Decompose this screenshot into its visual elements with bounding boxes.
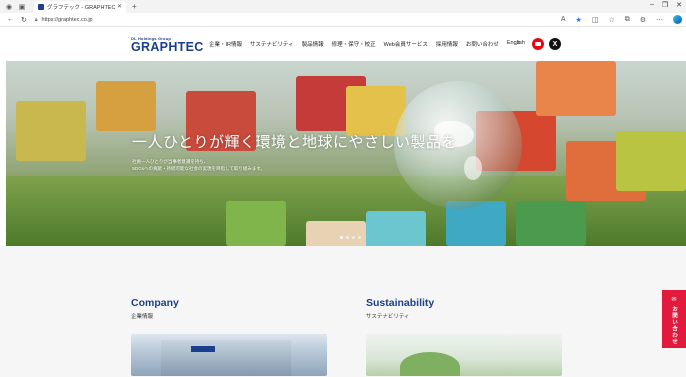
hero-cube <box>516 201 586 246</box>
hero-cube <box>96 81 156 131</box>
tab-close-icon[interactable]: ✕ <box>117 3 122 10</box>
nav-item-ir[interactable]: 企業・IR情報 <box>209 40 242 48</box>
x-social-icon[interactable]: X <box>549 38 561 50</box>
hero-cube <box>306 221 366 246</box>
carousel-dot[interactable] <box>340 236 343 239</box>
company-building-image[interactable] <box>131 334 327 376</box>
close-window-icon[interactable]: ✕ <box>676 1 682 9</box>
lock-icon[interactable]: 🔒︎ <box>35 17 38 23</box>
collections-icon[interactable]: ⧉ <box>625 16 630 24</box>
hero-text: 一人ひとりが輝く環境と地球にやさしい製品を 社員一人ひとりが当事者意識を持ち、 … <box>132 131 457 172</box>
main-content: Company 企業情報 Sustainability サステナビリティ <box>0 246 686 377</box>
favorite-star-icon[interactable]: ★ <box>576 16 582 24</box>
nav-item-recruit[interactable]: 採用情報 <box>436 40 458 48</box>
global-nav: 企業・IR情報 サステナビリティ 製品情報 修理・保守・校正 Web会員サービス… <box>209 40 525 48</box>
card-title: Sustainability <box>366 297 435 309</box>
logo-brand: GRAPHTEC <box>131 40 204 54</box>
url-text: https://graphtec.co.jp <box>41 16 93 23</box>
search-icon[interactable]: ⌕ <box>516 37 521 48</box>
hero-subtext-line: 社員一人ひとりが当事者意識を持ち、 <box>132 159 209 164</box>
browser-toolbar: A ★ ◫ ☆ ⧉ ⚙ ⋯ <box>561 15 682 24</box>
carousel-dots <box>340 236 361 239</box>
browser-tab-bar: ◉ ▣ グラフテック - GRAPHTEC - ✕ + – ❐ ✕ <box>0 0 686 13</box>
back-icon[interactable]: ← <box>7 16 14 23</box>
mail-icon: ✉ <box>671 297 677 303</box>
card-subtitle: 企業情報 <box>131 314 154 320</box>
card-title: Company <box>131 297 179 309</box>
profile-icon[interactable]: ◉ <box>5 3 13 11</box>
split-screen-icon[interactable]: ◫ <box>592 16 599 24</box>
contact-tab-label: お問い合わせ <box>671 306 677 345</box>
url-field[interactable]: 🔒︎ https://graphtec.co.jp <box>35 17 93 23</box>
favorites-icon[interactable]: ☆ <box>608 16 614 24</box>
nav-item-repair[interactable]: 修理・保守・校正 <box>332 40 376 48</box>
tab-title: グラフテック - GRAPHTEC - <box>47 4 117 11</box>
carousel-dot[interactable] <box>346 236 349 239</box>
hero-cube <box>16 101 86 161</box>
graphtec-logo[interactable]: DL Holdings Group GRAPHTEC <box>131 36 204 53</box>
address-bar-row: ← ↻ 🔒︎ https://graphtec.co.jp A ★ ◫ ☆ ⧉ … <box>0 13 686 27</box>
nav-item-web-member[interactable]: Web会員サービス <box>384 40 428 48</box>
maximize-icon[interactable]: ❐ <box>662 1 668 9</box>
contact-side-tab[interactable]: ✉ お問い合わせ <box>662 290 686 348</box>
carousel-dot[interactable] <box>352 236 355 239</box>
edge-copilot-icon[interactable] <box>673 15 682 24</box>
hero-banner: 一人ひとりが輝く環境と地球にやさしい製品を 社員一人ひとりが当事者意識を持ち、 … <box>6 61 686 246</box>
nav-item-products[interactable]: 製品情報 <box>302 40 324 48</box>
nav-item-sustainability[interactable]: サステナビリティ <box>250 40 294 48</box>
minimize-icon[interactable]: – <box>650 1 654 9</box>
hero-subtext-line: SDGsへの貢献・持続可能な社会の実現を目指して取り組みます。 <box>132 166 265 171</box>
hero-subtext: 社員一人ひとりが当事者意識を持ち、 SDGsへの貢献・持続可能な社会の実現を目指… <box>132 158 457 172</box>
hero-headline: 一人ひとりが輝く環境と地球にやさしい製品を <box>132 134 458 151</box>
hero-cube <box>616 131 686 191</box>
nav-item-contact[interactable]: お問い合わせ <box>466 40 499 48</box>
extensions-icon[interactable]: ⚙ <box>640 16 646 24</box>
card-subtitle: サステナビリティ <box>366 314 410 320</box>
sustainability-card[interactable]: Sustainability サステナビリティ <box>366 297 562 376</box>
company-card[interactable]: Company 企業情報 <box>131 297 327 376</box>
more-icon[interactable]: ⋯ <box>656 16 663 24</box>
site-favicon-icon <box>38 3 44 10</box>
refresh-icon[interactable]: ↻ <box>21 16 27 24</box>
site-header: DL Holdings Group GRAPHTEC 企業・IR情報 サステナビ… <box>0 27 686 61</box>
youtube-icon[interactable] <box>532 38 544 50</box>
browser-tab[interactable]: グラフテック - GRAPHTEC - ✕ <box>34 0 126 13</box>
hero-cube <box>226 201 286 246</box>
sustainability-image[interactable] <box>366 334 562 376</box>
new-tab-icon[interactable]: + <box>132 2 137 11</box>
hero-cube <box>536 61 616 116</box>
carousel-dot[interactable] <box>358 236 361 239</box>
window-controls: – ❐ ✕ <box>650 1 682 9</box>
read-aloud-icon[interactable]: A <box>561 16 566 23</box>
hero-cube <box>366 211 426 246</box>
tab-actions-icon[interactable]: ▣ <box>18 3 26 11</box>
